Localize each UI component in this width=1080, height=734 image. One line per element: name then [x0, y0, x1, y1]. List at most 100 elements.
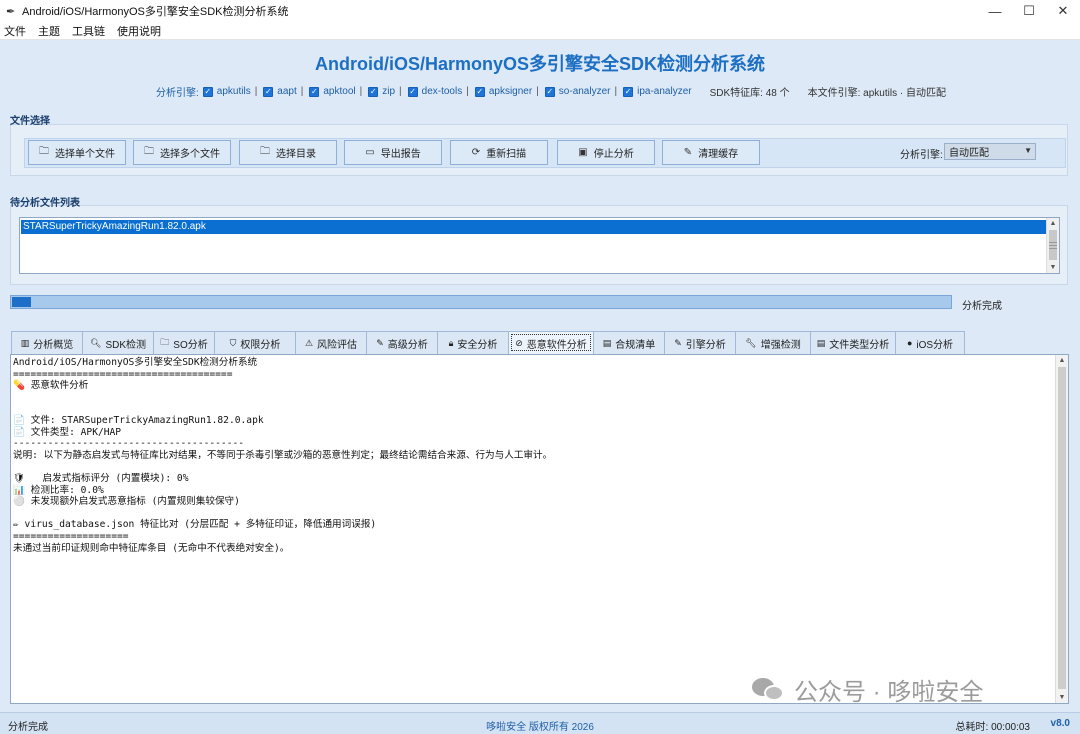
scroll-thumb[interactable]: [1049, 230, 1057, 260]
progress-label: 分析完成: [962, 301, 1002, 312]
tab-engine[interactable]: ✎ 引擎分析: [664, 331, 736, 354]
elapsed-time: 总耗时: 00:00:03: [955, 722, 1030, 733]
menu-theme[interactable]: 主题: [38, 23, 60, 39]
search-icon: 🔍︎: [90, 337, 102, 348]
engine-checkbox-ipa-analyzer[interactable]: ✓ ipa-analyzer: [623, 86, 692, 97]
window-title: Android/iOS/HarmonyOS多引擎安全SDK检测分析系统: [22, 6, 289, 18]
engine-checkbox-apktool[interactable]: ✓ apktool: [309, 86, 356, 97]
tab-file-type[interactable]: ▤ 文件类型分析: [810, 331, 896, 354]
scroll-thumb[interactable]: [1058, 367, 1066, 689]
scroll-down-icon[interactable]: ▼: [1047, 262, 1059, 273]
app-title: Android/iOS/HarmonyOS多引擎安全SDK检测分析系统: [314, 54, 766, 74]
rescan-icon: ⟳: [471, 147, 481, 158]
output-line: ----------------------------------------: [13, 438, 245, 450]
engine-select-value: 自动匹配: [949, 148, 989, 159]
stop-analysis-button[interactable]: ▣ 停止分析: [557, 140, 655, 165]
watermark-text: 公众号 · 哆啦安全: [794, 679, 984, 706]
tab-sdk-detect[interactable]: 🔍︎ SDK检测: [82, 331, 154, 354]
engine-checkbox-dex-tools[interactable]: ✓ dex-tools: [407, 86, 462, 97]
tab-label: 恶意软件分析: [526, 339, 587, 351]
engine-label: so-analyzer: [558, 86, 611, 97]
pencil-icon: ✎: [376, 337, 384, 348]
wechat-icon: [752, 676, 786, 704]
engine-label: ipa-analyzer: [637, 86, 692, 97]
scroll-up-icon[interactable]: ▲: [1047, 218, 1059, 229]
file-engine-info: 本文件引擎: apkutils · 自动匹配: [807, 88, 946, 99]
engine-checkbox-so-analyzer[interactable]: ✓ so-analyzer: [544, 86, 611, 97]
checkbox-checked-icon: ✓: [202, 86, 213, 97]
tab-so-analysis[interactable]: 🗀 SO分析: [153, 331, 215, 354]
button-label: 重新扫描: [486, 149, 527, 160]
tab-label: 高级分析: [387, 339, 428, 351]
minimize-button[interactable]: —: [978, 0, 1012, 22]
checkbox-checked-icon: ✓: [407, 86, 418, 97]
select-directory-button[interactable]: 🗀 选择目录: [239, 140, 337, 165]
tab-risk[interactable]: ⚠ 风险评估: [295, 331, 367, 354]
engine-label: zip: [382, 86, 396, 97]
folder-icon: 🗀: [260, 146, 270, 157]
tab-permission[interactable]: ⛉ 权限分析: [214, 331, 296, 354]
tab-enhanced[interactable]: 🔧︎ 增强检测: [735, 331, 811, 354]
tab-label: 权限分析: [240, 339, 281, 351]
chevron-down-icon: ▼: [1024, 146, 1032, 155]
select-multiple-files-button[interactable]: 🗀 选择多个文件: [133, 140, 231, 165]
maximize-button[interactable]: ☐: [1012, 0, 1046, 22]
tab-label: iOS分析: [916, 339, 954, 351]
select-single-file-button[interactable]: 🗀 选择单个文件: [28, 140, 126, 165]
output-line: Android/iOS/HarmonyOS多引擎安全SDK检测分析系统: [13, 357, 258, 368]
file-list[interactable]: STARSuperTrickyAmazingRun1.82.0.apk ▲ ▼: [19, 217, 1060, 274]
engine-checkbox-apkutils[interactable]: ✓ apkutils: [202, 86, 251, 97]
scroll-grip: [1049, 242, 1057, 243]
output-scrollbar[interactable]: ▲ ▼: [1055, 355, 1068, 703]
file-select-title: 文件选择: [10, 116, 50, 127]
tab-overview[interactable]: ▥ 分析概览: [11, 331, 83, 354]
engine-label: apksigner: [488, 86, 533, 97]
window-controls: — ☐ ✕: [978, 0, 1080, 22]
checkbox-checked-icon: ✓: [544, 86, 555, 97]
engine-select[interactable]: 自动匹配 ▼: [944, 143, 1036, 160]
tab-label: 安全分析: [457, 339, 498, 351]
pill-icon: ⊘: [515, 337, 523, 348]
checkbox-checked-icon: ✓: [623, 86, 634, 97]
output-text-area[interactable]: Android/iOS/HarmonyOS多引擎安全SDK检测分析系统 ====…: [10, 354, 1069, 704]
list-item[interactable]: STARSuperTrickyAmazingRun1.82.0.apk: [21, 220, 1047, 234]
tab-malware[interactable]: ⊘ 恶意软件分析: [508, 331, 594, 354]
output-line: 📊 检测比率: 0.0%: [13, 484, 104, 496]
tab-label: 文件类型分析: [829, 339, 890, 351]
tab-compliance[interactable]: ▤ 合规清单: [593, 331, 665, 354]
tab-label: SDK检测: [105, 339, 146, 351]
stop-icon: ▣: [578, 147, 588, 158]
progress-fill: [12, 297, 31, 307]
tab-ios[interactable]: ● iOS分析: [895, 331, 965, 354]
output-text: Android/iOS/HarmonyOS多引擎安全SDK检测分析系统 ====…: [13, 357, 552, 554]
tab-advanced[interactable]: ✎ 高级分析: [366, 331, 438, 354]
rescan-button[interactable]: ⟳ 重新扫描: [450, 140, 548, 165]
output-line: 🛡 启发式指标评分 (内置模块): 0%: [13, 472, 189, 484]
clipboard-icon: ▤: [602, 337, 612, 348]
export-report-button[interactable]: ▭ 导出报告: [344, 140, 442, 165]
document-icon: ▤: [816, 337, 826, 348]
tab-label: SO分析: [173, 339, 208, 351]
button-label: 选择单个文件: [55, 149, 115, 160]
tab-security[interactable]: 🔒︎ 安全分析: [437, 331, 509, 354]
file-list-scrollbar[interactable]: ▲ ▼: [1046, 218, 1059, 273]
clear-cache-button[interactable]: ✎ 清理缓存: [662, 140, 760, 165]
checkbox-checked-icon: ✓: [368, 86, 379, 97]
engine-checkbox-zip[interactable]: ✓ zip: [368, 86, 395, 97]
output-line: 📄 文件类型: APK/HAP: [13, 426, 122, 438]
engine-checkbox-apksigner[interactable]: ✓ apksigner: [474, 86, 533, 97]
output-line: 未通过当前印证规则命中特征库条目 (无命中不代表绝对安全)。: [13, 542, 290, 554]
engine-checkbox-aapt[interactable]: ✓ aapt: [263, 86, 297, 97]
tab-label: 引擎分析: [685, 339, 726, 351]
menu-help[interactable]: 使用说明: [117, 23, 161, 39]
folder-icon: 🗀: [144, 146, 154, 157]
output-line: ✏ virus_database.json 特征比对 (分层匹配 + 多特征印证…: [13, 519, 377, 531]
menu-file[interactable]: 文件: [4, 23, 26, 39]
engine-label: aapt: [277, 86, 297, 97]
scroll-up-icon[interactable]: ▲: [1056, 355, 1068, 366]
scroll-down-icon[interactable]: ▼: [1056, 692, 1068, 703]
output-line: 📄 文件: STARSuperTrickyAmazingRun1.82.0.ap…: [13, 414, 264, 426]
menu-toolchain[interactable]: 工具链: [72, 23, 105, 39]
close-button[interactable]: ✕: [1046, 0, 1080, 22]
output-line: 说明: 以下为静态启发式与特征库比对结果，不等同于杀毒引擎或沙箱的恶意性判定；最…: [13, 449, 553, 461]
